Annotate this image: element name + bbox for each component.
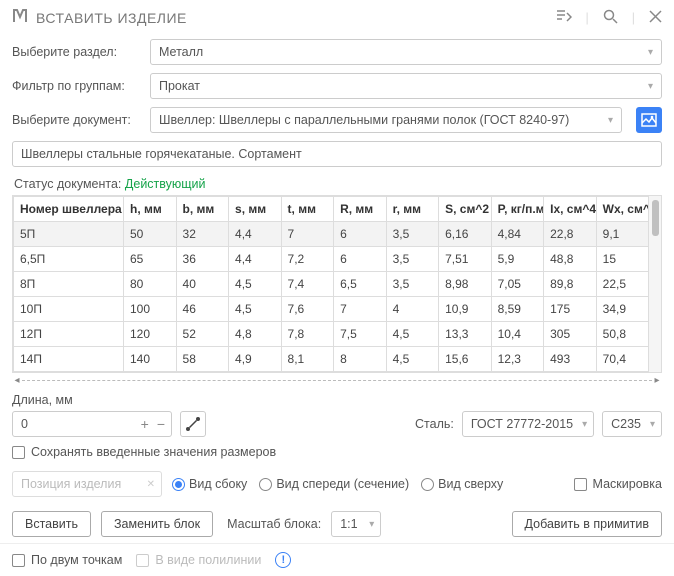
table-header[interactable]: s, мм — [229, 197, 282, 222]
steel-standard-select[interactable]: ГОСТ 27772-2015 — [462, 411, 594, 437]
steel-label: Сталь: — [415, 417, 454, 431]
section-label: Выберите раздел: — [12, 45, 142, 59]
section-select[interactable]: Металл — [150, 39, 662, 65]
table-header[interactable]: Wx, см^3 — [596, 197, 649, 222]
view-top-radio[interactable]: Вид сверху — [421, 477, 503, 491]
table-header[interactable]: h, мм — [124, 197, 177, 222]
replace-block-button[interactable]: Заменить блок — [101, 511, 213, 537]
add-primitive-button[interactable]: Добавить в примитив — [512, 511, 662, 537]
divider: | — [632, 11, 635, 25]
table-header[interactable]: b, мм — [176, 197, 229, 222]
mask-label: Маскировка — [593, 477, 662, 491]
increment-icon[interactable]: + — [141, 416, 149, 432]
table-row[interactable]: 12П120524,87,87,54,513,310,430550,8 — [14, 322, 649, 347]
vertical-scrollbar[interactable] — [649, 196, 661, 372]
info-icon[interactable]: ! — [275, 552, 291, 568]
steel-grade-select[interactable]: С235 — [602, 411, 662, 437]
mask-checkbox[interactable] — [574, 478, 587, 491]
table-row[interactable]: 8П80404,57,46,53,58,987,0589,822,5 — [14, 272, 649, 297]
window-title: ВСТАВИТЬ ИЗДЕЛИЕ — [36, 10, 556, 26]
table-row[interactable]: 14П140584,98,184,515,612,349370,4 — [14, 347, 649, 372]
doc-select[interactable]: Швеллер: Швеллеры с параллельными граням… — [150, 107, 622, 133]
scale-label: Масштаб блока: — [227, 517, 321, 531]
length-input[interactable]: +− — [12, 411, 172, 437]
divider: | — [586, 11, 589, 25]
scale-select[interactable]: 1:1 — [331, 511, 381, 537]
table-header[interactable]: R, мм — [334, 197, 387, 222]
length-label: Длина, мм — [12, 393, 206, 407]
data-table[interactable]: Номер швеллераh, ммb, ммs, ммt, ммR, ммr… — [12, 195, 662, 373]
keep-sizes-checkbox[interactable] — [12, 446, 25, 459]
table-row[interactable]: 5П50324,4763,56,164,8422,89,1 — [14, 222, 649, 247]
measure-button[interactable] — [180, 411, 206, 437]
app-logo-icon — [12, 8, 28, 27]
table-row[interactable]: 10П100464,57,67410,98,5917534,9 — [14, 297, 649, 322]
table-header[interactable]: P, кг/п.м — [491, 197, 544, 222]
close-icon[interactable] — [649, 10, 662, 26]
edit-list-icon[interactable] — [556, 9, 572, 26]
insert-button[interactable]: Вставить — [12, 511, 91, 537]
table-header[interactable]: Номер швеллера — [14, 197, 124, 222]
title-bar: ВСТАВИТЬ ИЗДЕЛИЕ | | — [0, 0, 674, 35]
table-header[interactable]: r, мм — [386, 197, 439, 222]
doc-label: Выберите документ: — [12, 113, 142, 127]
position-input[interactable]: Позиция изделия — [12, 471, 162, 497]
group-select[interactable]: Прокат — [150, 73, 662, 99]
view-front-radio[interactable]: Вид спереди (сечение) — [259, 477, 409, 491]
view-side-radio[interactable]: Вид сбоку — [172, 477, 247, 491]
status-row: Статус документа: Действующий — [0, 171, 674, 193]
polyline-checkbox — [136, 554, 149, 567]
decrement-icon[interactable]: − — [157, 416, 165, 432]
view-radio-group: Вид сбоку Вид спереди (сечение) Вид свер… — [172, 477, 564, 491]
table-header[interactable]: t, мм — [281, 197, 334, 222]
two-points-checkbox[interactable] — [12, 554, 25, 567]
description-field[interactable]: Швеллеры стальные горячекатаные. Сортаме… — [12, 141, 662, 167]
search-icon[interactable] — [603, 9, 618, 27]
table-header[interactable]: S, см^2 — [439, 197, 492, 222]
status-value: Действующий — [125, 177, 206, 191]
image-button[interactable] — [636, 107, 662, 133]
table-row[interactable]: 6,5П65364,47,263,57,515,948,815 — [14, 247, 649, 272]
group-label: Фильтр по группам: — [12, 79, 142, 93]
keep-sizes-label: Сохранять введенные значения размеров — [31, 445, 276, 459]
table-header[interactable]: Ix, см^4 — [544, 197, 597, 222]
polyline-label: В виде полилинии — [155, 553, 261, 567]
two-points-label: По двум точкам — [31, 553, 122, 567]
